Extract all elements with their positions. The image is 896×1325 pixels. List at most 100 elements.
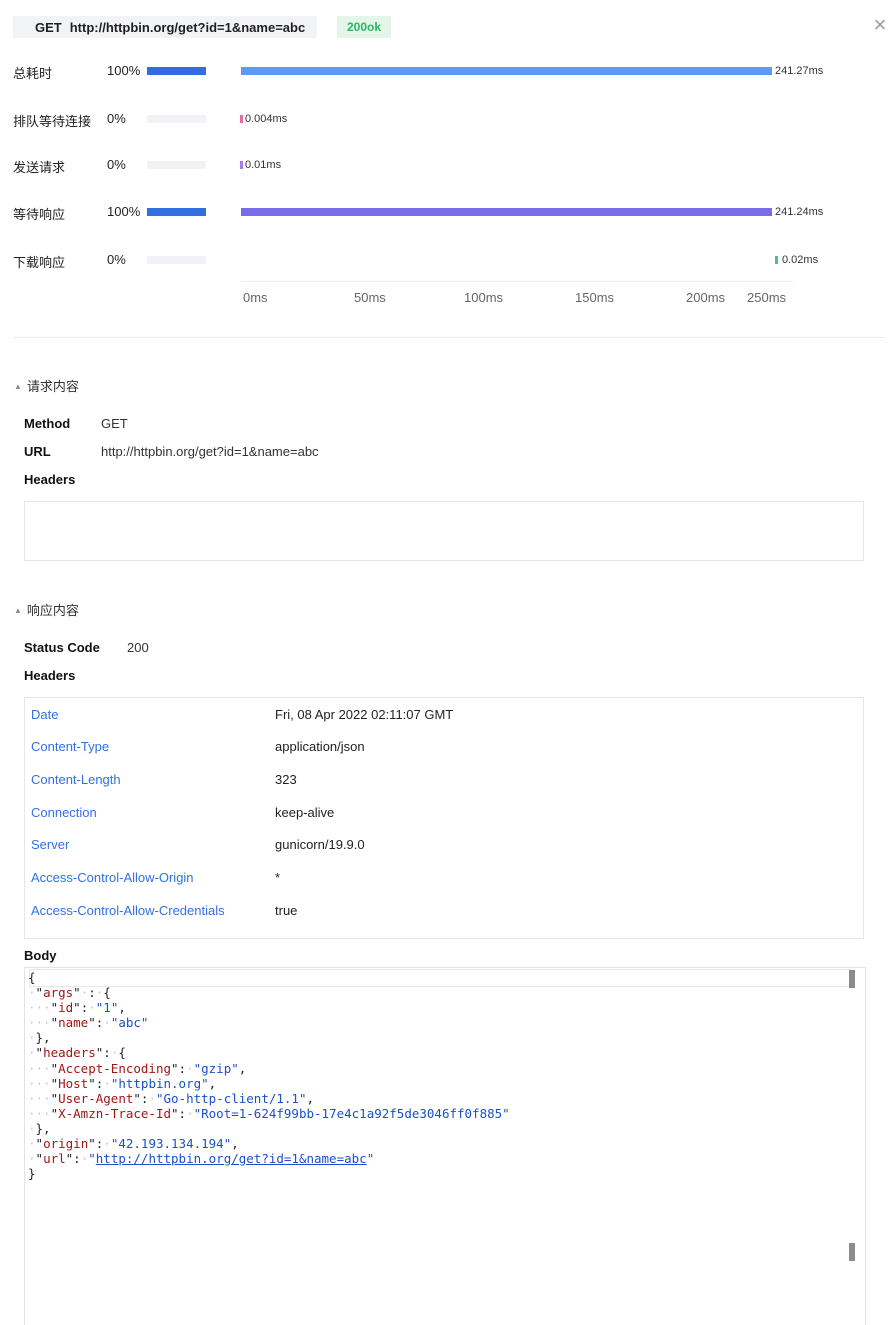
timing-row-download: 下载响应 0% 0.02ms: [0, 250, 896, 270]
timing-row-total: 总耗时 100% 241.27ms: [0, 61, 896, 81]
timing-percent: 0%: [107, 252, 126, 267]
json-value: Root=1-624f99bb-17e4c1a92f5de3046ff0f885: [201, 1105, 503, 1121]
status-badge: 200ok: [337, 16, 392, 38]
timing-percent: 100%: [107, 63, 141, 78]
header-value: 323: [275, 772, 297, 787]
json-key: url: [43, 1151, 66, 1167]
header-name: Content-Type: [31, 739, 110, 754]
request-url: http://httpbin.org/get?id=1&name=abc: [69, 19, 306, 35]
section-title: 响应内容: [26, 603, 79, 618]
header-row: Server gunicorn/19.9.0: [31, 837, 851, 857]
timing-value: 241.24ms: [775, 206, 824, 218]
timing-bar: [240, 115, 243, 123]
request-headers-label: Headers: [24, 472, 75, 487]
json-value: 42.193.134.194: [118, 1136, 224, 1152]
timing-axis-line: [241, 281, 793, 282]
json-key: Accept-Encoding: [58, 1060, 171, 1076]
field-value: GET: [101, 416, 128, 431]
status-code-row: Status Code 200: [24, 640, 149, 655]
timing-bar: [241, 208, 772, 216]
header-name: Access-Control-Allow-Credentials: [31, 903, 225, 918]
section-divider: [13, 337, 885, 338]
field-label: Body: [24, 948, 57, 963]
collapse-triangle-icon: ▲: [14, 382, 22, 391]
scrollbar-marker[interactable]: [849, 970, 855, 988]
axis-tick: 250ms: [747, 290, 787, 305]
json-value: 1: [103, 1000, 111, 1016]
percent-fill: [147, 208, 206, 216]
axis-tick: 150ms: [575, 290, 615, 305]
scrollbar-marker[interactable]: [849, 1243, 855, 1261]
header-value: gunicorn/19.9.0: [275, 837, 365, 852]
collapse-triangle-icon: ▲: [14, 606, 22, 615]
timing-row-send: 发送请求 0% 0.01ms: [0, 155, 896, 175]
timing-bar: [241, 67, 772, 75]
header-name: Server: [31, 837, 70, 852]
percent-track: [147, 208, 206, 216]
response-headers-label: Headers: [24, 668, 75, 683]
percent-track: [147, 161, 206, 169]
json-key: id: [58, 1000, 74, 1016]
request-method: GET: [35, 19, 62, 35]
header-value: *: [275, 870, 281, 885]
close-icon[interactable]: ×: [869, 14, 891, 36]
field-value: 200: [127, 640, 149, 655]
field-label: Method: [24, 416, 71, 431]
header-name: Connection: [31, 805, 97, 820]
axis-tick: 50ms: [354, 290, 386, 305]
header-value: application/json: [275, 739, 365, 754]
header-name: Content-Length: [31, 772, 121, 787]
timing-row-wait: 等待响应 100% 241.24ms: [0, 202, 896, 222]
section-title: 请求内容: [26, 379, 79, 394]
timing-bar: [775, 256, 778, 264]
json-key: X-Amzn-Trace-Id: [58, 1105, 171, 1121]
json-value: httpbin.org: [118, 1075, 202, 1091]
timing-label: 排队等待连接: [13, 114, 92, 129]
percent-track: [147, 67, 206, 75]
body-label-row: Body: [24, 948, 57, 963]
header-value: Fri, 08 Apr 2022 02:11:07 GMT: [275, 707, 454, 722]
json-key: Host: [58, 1075, 89, 1091]
header-row: Content-Type application/json: [31, 739, 851, 759]
header-row: Content-Length 323: [31, 772, 851, 792]
timing-percent: 100%: [107, 204, 141, 219]
axis-tick: 100ms: [464, 290, 504, 305]
timing-value: 241.27ms: [775, 65, 824, 77]
response-body-editor[interactable]: { ·"args"·:·{ ···"id":·"1", ···"name":·"…: [24, 967, 866, 1325]
json-value: abc: [118, 1015, 141, 1031]
axis-tick: 200ms: [686, 290, 726, 305]
timing-value: 0.01ms: [245, 159, 282, 171]
field-label: Status Code: [24, 640, 100, 655]
field-label: Headers: [24, 472, 76, 487]
json-value: Go-http-client/1.1: [163, 1090, 299, 1106]
request-url-row: URL http://httpbin.org/get?id=1&name=abc: [24, 444, 319, 459]
header-row: Date Fri, 08 Apr 2022 02:11:07 GMT: [31, 707, 851, 727]
header-row: Access-Control-Allow-Credentials true: [31, 903, 851, 923]
json-url-link[interactable]: http://httpbin.org/get?id=1&name=abc: [96, 1151, 367, 1166]
timing-percent: 0%: [107, 111, 126, 126]
field-label: URL: [24, 444, 51, 459]
timing-value: 0.004ms: [245, 113, 288, 125]
timing-bar: [240, 161, 243, 169]
json-value: gzip: [201, 1060, 232, 1076]
header-value: keep-alive: [275, 805, 335, 820]
request-method-row: Method GET: [24, 416, 128, 431]
request-summary-bar: GET http://httpbin.org/get?id=1&name=abc: [13, 16, 318, 38]
timing-label: 总耗时: [13, 66, 53, 81]
axis-tick: 0ms: [243, 290, 268, 305]
json-key: headers: [43, 1045, 96, 1061]
percent-track: [147, 115, 206, 123]
field-label: Headers: [24, 668, 76, 683]
percent-track: [147, 256, 206, 264]
json-key: args: [43, 985, 74, 1001]
timing-row-queue: 排队等待连接 0% 0.004ms: [0, 109, 896, 129]
request-headers-box: [24, 501, 864, 561]
json-key: name: [58, 1015, 89, 1031]
header-value: true: [275, 903, 298, 918]
request-section-toggle[interactable]: ▲ 请求内容: [14, 376, 79, 395]
response-section-toggle[interactable]: ▲ 响应内容: [14, 600, 79, 619]
json-key: User-Agent: [58, 1090, 134, 1106]
percent-fill: [147, 67, 206, 75]
timing-percent: 0%: [107, 157, 126, 172]
header-name: Access-Control-Allow-Origin: [31, 870, 194, 885]
